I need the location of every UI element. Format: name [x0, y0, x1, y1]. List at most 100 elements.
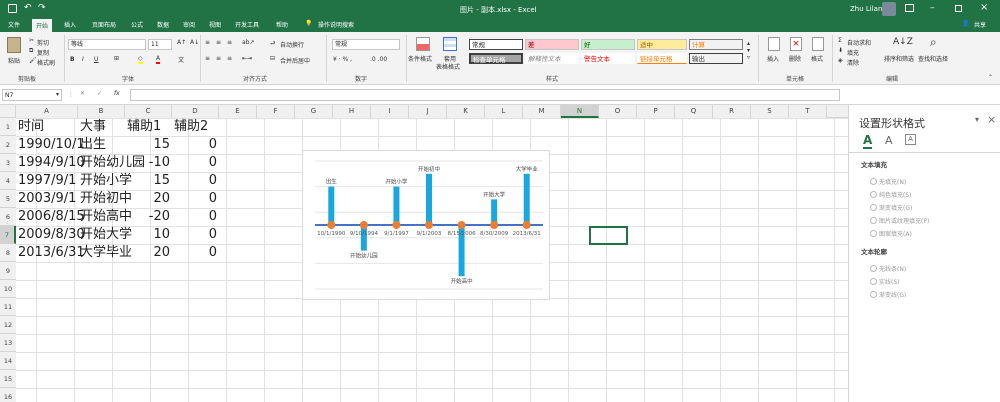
table-cell[interactable]: 开始初中 [80, 190, 132, 208]
table-cell[interactable]: 0 [174, 154, 217, 172]
copy-button[interactable]: 复制 [37, 48, 49, 57]
copy-icon[interactable]: ⧉ [29, 47, 33, 55]
table-cell[interactable]: 0 [174, 190, 217, 208]
autosum-icon[interactable]: Σ [838, 37, 842, 44]
fill-button[interactable]: 填充 [847, 48, 859, 57]
table-cell[interactable]: 0 [174, 226, 217, 244]
underline-button[interactable]: U [94, 56, 98, 63]
font-name-select[interactable]: 等线 [68, 39, 146, 50]
tab-view[interactable]: 视图 [209, 20, 221, 29]
table-cell[interactable]: 开始小学 [80, 172, 132, 190]
align-right-icon[interactable]: ≡ [227, 55, 232, 62]
header-cell[interactable]: 辅助1 [127, 118, 170, 136]
fill-icon[interactable]: ⬇ [838, 47, 843, 54]
merge-center-button[interactable]: 合并后居中 [280, 56, 310, 65]
picture-fill-option[interactable]: 图片或纹理填充(P) [869, 216, 929, 225]
pane-close-button[interactable]: × [987, 113, 996, 126]
tab-data[interactable]: 数据 [157, 20, 169, 29]
style-bad[interactable]: 差 [525, 39, 579, 50]
maximize-icon[interactable] [955, 5, 962, 12]
style-warning[interactable]: 警告文本 [581, 53, 635, 64]
paste-icon[interactable] [7, 37, 21, 53]
format-painter-icon[interactable]: 🖌 [29, 57, 37, 64]
format-painter-button[interactable]: 格式刷 [37, 58, 55, 67]
borders-icon[interactable]: ⊞ [114, 55, 119, 62]
fill-color-icon[interactable]: ◇ [138, 55, 143, 64]
phonetic-icon[interactable]: 文 [178, 55, 184, 64]
clear-button[interactable]: 清除 [847, 58, 859, 67]
gradient-line-option[interactable]: 渐变线(G) [869, 290, 906, 299]
wrap-text-icon[interactable]: ⮐ [270, 39, 275, 49]
solid-line-option[interactable]: 实线(S) [870, 277, 900, 286]
text-fill-section[interactable]: 文本填充 [861, 159, 887, 169]
style-output[interactable]: 输出 [689, 53, 743, 64]
tab-page-layout[interactable]: 页面布局 [92, 20, 116, 29]
number-format-select[interactable]: 常规 [332, 39, 400, 50]
formula-input[interactable] [130, 89, 840, 101]
table-cell[interactable]: 15 [127, 136, 170, 154]
autosum-button[interactable]: 自动求和 [847, 38, 871, 47]
table-cell[interactable]: 开始幼儿园 [80, 154, 145, 172]
font-size-select[interactable]: 11 [148, 39, 172, 50]
conditional-format-icon[interactable] [416, 37, 430, 51]
decimal-icon[interactable]: .0 .00 [370, 56, 387, 63]
style-explanatory[interactable]: 解释性文本 [525, 53, 579, 64]
formula-options-icon[interactable]: ⋮ [68, 91, 74, 98]
no-line-option[interactable]: 无线条(N) [869, 264, 906, 273]
format-table-icon[interactable] [443, 37, 457, 51]
style-linked-cell[interactable]: 链接单元格 [637, 53, 687, 64]
pattern-fill-option[interactable]: 图案填充(A) [870, 229, 912, 238]
enter-icon[interactable]: ✓ [97, 90, 102, 97]
pane-options-icon[interactable]: ▾ [975, 115, 979, 124]
increase-font-icon[interactable]: A↑ [177, 39, 186, 46]
table-cell[interactable]: 1997/9/1 [18, 172, 76, 190]
align-middle-icon[interactable]: ≡ [216, 39, 221, 46]
align-top-icon[interactable]: ≡ [205, 39, 210, 46]
find-select-icon[interactable]: ⌕ [930, 35, 937, 50]
table-cell[interactable]: 出生 [80, 136, 123, 154]
merge-center-icon[interactable]: ⊟ [270, 55, 275, 62]
worksheet-grid[interactable]: ABCDEFGHIJKLMNOPQRST 1 2 3 4 5 6 7 8 9 10 11 12 13 14… [0, 105, 848, 402]
tab-formulas[interactable]: 公式 [131, 20, 143, 29]
style-check-cell[interactable]: 检查单元格 [469, 53, 523, 64]
collapse-ribbon-icon[interactable]: ⌃ [988, 74, 993, 81]
table-cell[interactable]: 开始高中 [80, 208, 132, 226]
clear-icon[interactable]: ◈ [838, 57, 843, 64]
italic-button[interactable]: I [82, 56, 84, 63]
undo-icon[interactable]: ↶ [24, 3, 32, 13]
selected-cell-n7[interactable] [589, 226, 628, 245]
minimize-icon[interactable]: – [930, 3, 935, 13]
cut-icon[interactable]: ✂ [29, 37, 34, 44]
cut-button[interactable]: 剪切 [37, 38, 49, 47]
table-cell[interactable]: 15 [127, 172, 170, 190]
paste-button[interactable]: 粘贴 [8, 56, 20, 65]
style-calculation[interactable]: 计算 [689, 39, 743, 50]
format-cells-icon[interactable] [812, 37, 824, 51]
table-cell[interactable]: 2009/8/30 [18, 226, 85, 244]
text-outline-section[interactable]: 文本轮廓 [861, 246, 887, 256]
no-fill-option[interactable]: 无填充(N) [869, 177, 906, 186]
currency-icon[interactable]: ¥ · % , [333, 56, 352, 63]
header-cell[interactable]: 时间 [18, 118, 76, 136]
table-cell[interactable]: 10 [127, 226, 170, 244]
table-cell[interactable]: 2003/9/1 [18, 190, 76, 208]
text-effects-icon[interactable]: A [885, 134, 893, 147]
table-cell[interactable]: 0 [174, 244, 217, 262]
sort-filter-button[interactable]: 排序和筛选 [884, 54, 914, 63]
insert-cells-icon[interactable] [768, 37, 780, 51]
table-cell[interactable]: 2006/8/15 [18, 208, 85, 226]
save-icon[interactable] [8, 4, 17, 13]
table-cell[interactable]: -20 [127, 208, 170, 226]
share-icon[interactable]: 👤 [962, 20, 969, 27]
delete-cells-button[interactable]: 删除 [789, 54, 801, 63]
decrease-font-icon[interactable]: A↓ [190, 39, 199, 46]
tab-developer[interactable]: 开发工具 [235, 20, 259, 29]
name-box[interactable]: N7 [2, 89, 62, 101]
insert-cells-button[interactable]: 插入 [767, 54, 779, 63]
tab-home[interactable]: 开始 [32, 19, 53, 32]
cancel-icon[interactable]: ✕ [80, 90, 85, 97]
table-cell[interactable]: 大学毕业 [80, 244, 132, 262]
insert-function-icon[interactable]: fx [114, 90, 120, 97]
sort-filter-icon[interactable]: A↓Z [893, 37, 913, 47]
text-box-icon[interactable]: A [905, 134, 916, 145]
